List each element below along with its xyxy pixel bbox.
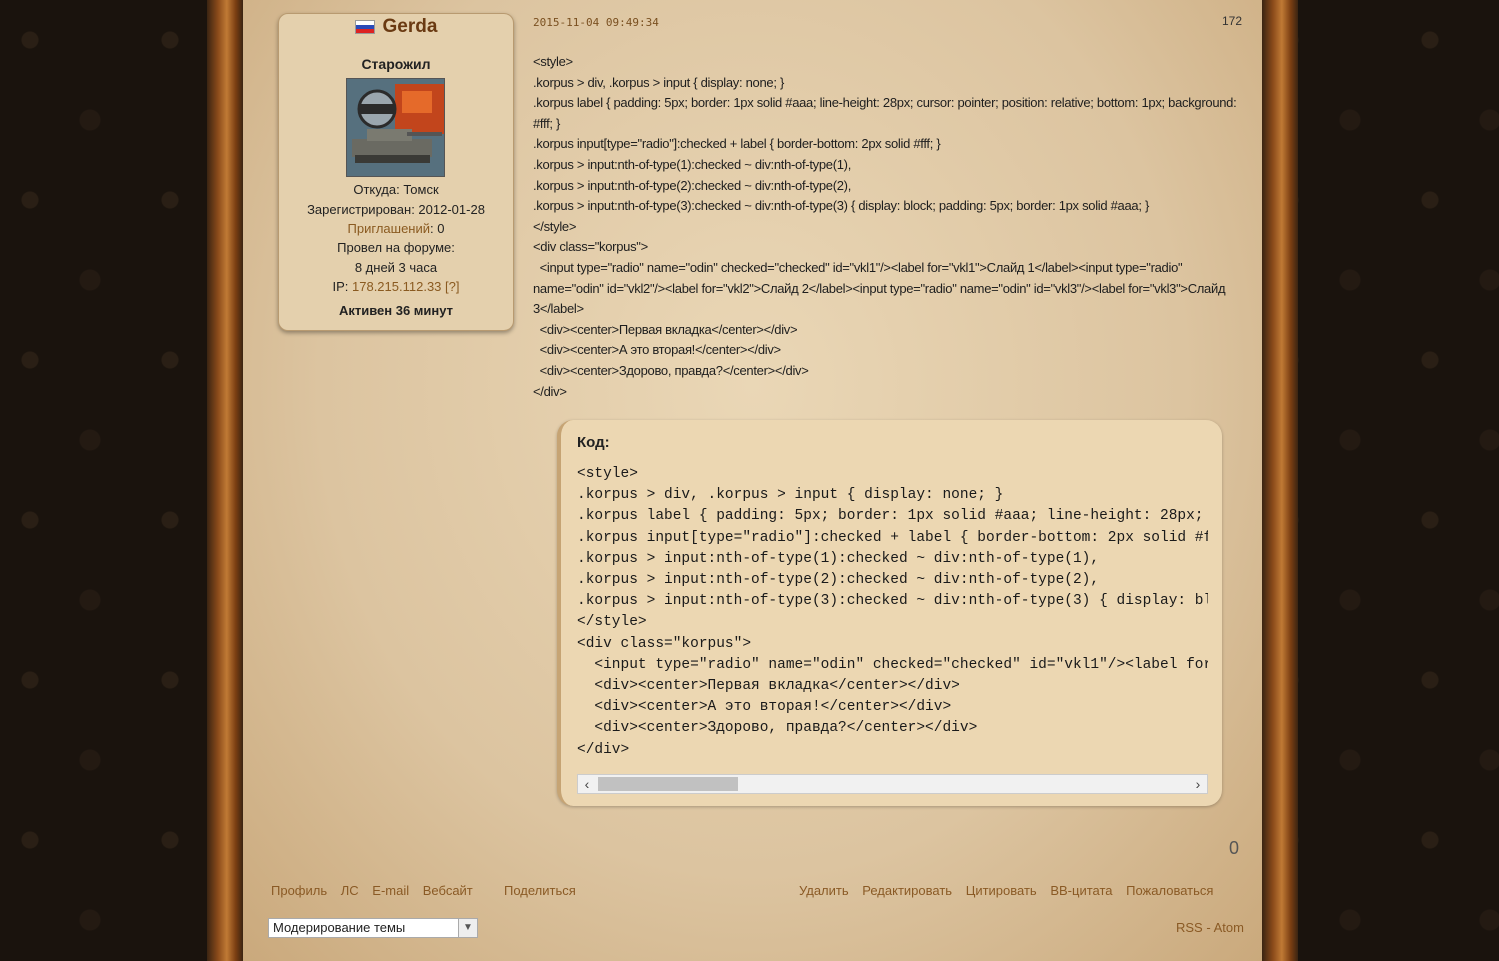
tank-avatar-icon (347, 79, 444, 176)
website-link[interactable]: Вебсайт (423, 883, 473, 898)
code-horizontal-scrollbar[interactable]: ‹ › (577, 774, 1208, 794)
delete-link[interactable]: Удалить (799, 883, 849, 898)
edit-link[interactable]: Редактировать (862, 883, 952, 898)
bb-quote-link[interactable]: ВВ-цитата (1050, 883, 1112, 898)
code-line: .korpus label { padding: 5px; border: 1p… (577, 508, 1204, 525)
scroll-right-icon[interactable]: › (1189, 775, 1207, 793)
code-title: Код: (577, 434, 610, 451)
email-link[interactable]: E-mail (372, 883, 409, 898)
page-frame-left (207, 0, 243, 961)
forum-time-value: 8 дней 3 часа (354, 260, 438, 275)
code-line: .korpus > input:nth-of-type(1):checked ~… (577, 550, 1100, 567)
code-line: .korpus input[type="radio"]:checked + la… (577, 529, 1208, 546)
post-line: .korpus > input:nth-of-type(1):checked ~… (533, 156, 852, 172)
ip-label: IP: (332, 279, 352, 294)
ip-link[interactable]: 178.215.112.33 (352, 279, 441, 294)
user-ip: IP: 178.215.112.33 [?] (279, 279, 513, 294)
code-line: </style> (577, 614, 647, 631)
user-card: Gerda Старожил Откуда: Томск Зарегистрир… (278, 13, 514, 331)
share-link[interactable]: Поделиться (504, 883, 576, 898)
russia-flag-icon (354, 19, 375, 34)
post-line: <input type="radio" name="odin" checked=… (533, 259, 1229, 317)
moderation-selected: Модерирование темы (273, 920, 406, 935)
post-line: <div><center>Первая вкладка</center></di… (533, 321, 798, 337)
code-box: Код: <style> .korpus > div, .korpus > in… (557, 420, 1222, 806)
quote-link[interactable]: Цитировать (966, 883, 1037, 898)
code-line: <div><center>Первая вкладка</center></di… (577, 678, 960, 695)
user-invites: Приглашений: 0 (279, 221, 513, 236)
user-rank: Старожил (361, 56, 431, 72)
user-registered: Зарегистрирован: 2012-01-28 (307, 202, 485, 217)
scrollbar-thumb[interactable] (598, 777, 738, 791)
post-line: <style> (533, 54, 573, 69)
post-line: .korpus label { padding: 5px; border: 1p… (533, 95, 1240, 131)
post-user-links: Профиль ЛС E-mail Вебсайт (271, 883, 483, 898)
profile-link[interactable]: Профиль (271, 883, 327, 898)
invites-link[interactable]: Приглашений (348, 221, 430, 236)
code-line: <div><center>А это вторая!</center></div… (577, 699, 952, 716)
post-rating[interactable]: 0 (1229, 838, 1239, 859)
report-link[interactable]: Пожаловаться (1126, 883, 1213, 898)
code-line: .korpus > div, .korpus > input { display… (577, 487, 1004, 504)
post-line: <div class="korpus"> (533, 239, 648, 255)
forum-time-label: Провел на форуме: (337, 240, 455, 255)
rss-atom-link[interactable]: RSS - Atom (1176, 920, 1244, 935)
page-frame-right (1262, 0, 1298, 961)
post-line: .korpus > input:nth-of-type(2):checked ~… (533, 177, 852, 193)
pm-link[interactable]: ЛС (341, 883, 359, 898)
user-from: Откуда: Томск (353, 182, 439, 197)
post-body: <style> .korpus > div, .korpus > input {… (533, 52, 1248, 402)
user-name-row: Gerda (279, 16, 513, 38)
post-line: .korpus > input:nth-of-type(3):checked ~… (533, 198, 1149, 214)
post-line: .korpus input[type="radio"]:checked + la… (533, 136, 941, 152)
ip-help-link[interactable]: [?] (445, 279, 459, 294)
code-line: </div> (577, 741, 630, 758)
post-date[interactable]: 2015-11-04 09:49:34 (533, 16, 659, 29)
code-line: .korpus > input:nth-of-type(2):checked ~… (577, 572, 1100, 589)
user-name[interactable]: Gerda (383, 16, 438, 37)
code-line: <div class="korpus"> (577, 635, 752, 652)
moderation-select[interactable]: Модерирование темы ▼ (268, 918, 478, 938)
avatar[interactable] (346, 78, 445, 177)
post-line: </div> (533, 383, 567, 399)
post-actions: Удалить Редактировать Цитировать ВВ-цита… (799, 883, 1223, 898)
scroll-left-icon[interactable]: ‹ (578, 775, 596, 793)
invites-value: : 0 (430, 221, 445, 236)
post-line: .korpus > div, .korpus > input { display… (533, 74, 785, 90)
user-active: Активен 36 минут (338, 303, 454, 318)
code-area[interactable]: <style> .korpus > div, .korpus > input {… (577, 464, 1208, 772)
post-number[interactable]: 172 (1222, 14, 1242, 28)
code-line: <style> (577, 466, 638, 482)
post-line: <div><center>Здорово, правда?</center></… (533, 362, 809, 378)
code-line: <div><center>Здорово, правда?</center></… (577, 720, 978, 737)
code-line: <input type="radio" name="odin" checked=… (594, 656, 1208, 673)
code-line: .korpus > input:nth-of-type(3):checked ~… (577, 593, 1208, 610)
chevron-down-icon[interactable]: ▼ (458, 919, 477, 937)
post-line: </style> (533, 218, 577, 234)
post-line: <div><center>А это вторая!</center></div… (533, 342, 782, 358)
